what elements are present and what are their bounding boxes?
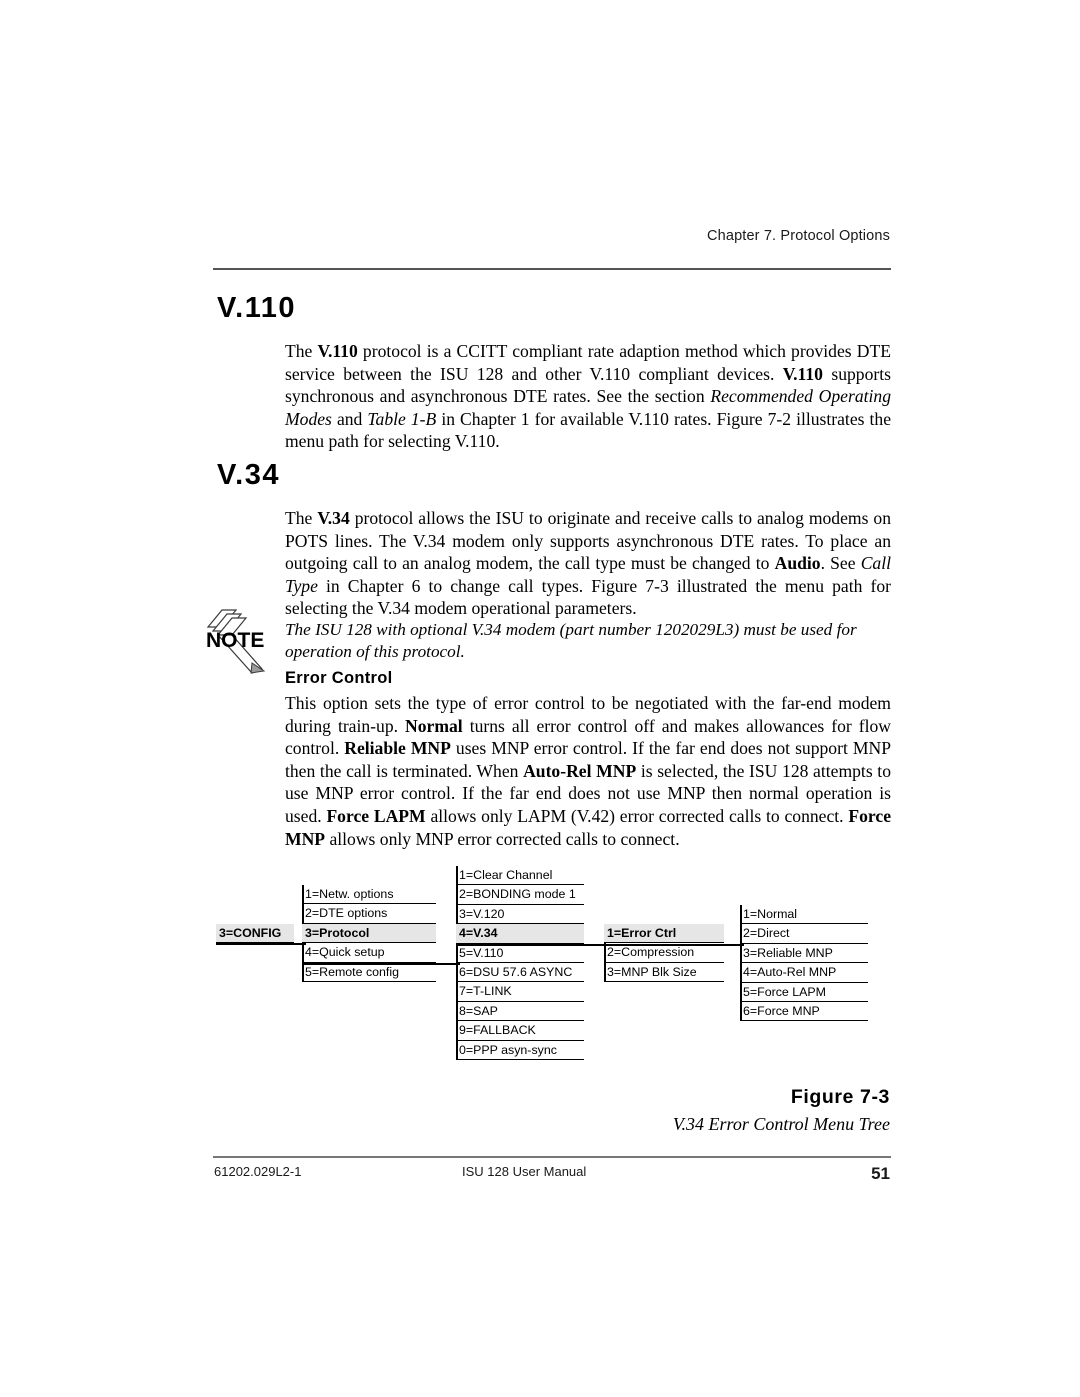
menu-item-label: 0=PPP asyn-sync (459, 1042, 557, 1057)
menu-item-protocol-submenu-8[interactable]: 8=SAP (456, 1002, 584, 1022)
menu-tree-figure: 3=CONFIG 1=Netw. options 2=DTE options 3=P… (216, 866, 896, 1071)
menu-item-label: 2=Direct (743, 926, 790, 941)
menu-item-v34-submenu-2[interactable]: 2=Compression (604, 943, 724, 963)
menu-column-config: 3=CONFIG (216, 924, 294, 944)
figure-caption: V.34 Error Control Menu Tree (672, 1114, 890, 1134)
menu-item-config-1[interactable]: 3=CONFIG (216, 924, 294, 944)
menu-item-label: 5=Remote config (305, 964, 400, 979)
footer-manual-title: ISU 128 User Manual (462, 1164, 587, 1179)
menu-item-protocol-submenu-4[interactable]: 4=V.34 (456, 924, 584, 944)
note-callout: NOTE The ISU 128 with optional V.34 mode… (202, 607, 892, 677)
menu-item-errorctrl-submenu-5[interactable]: 5=Force LAPM (740, 983, 868, 1002)
menu-item-label: 3=CONFIG (219, 926, 282, 940)
footer-page-number: 51 (871, 1164, 890, 1183)
note-text: The ISU 128 with optional V.34 modem (pa… (285, 620, 857, 661)
menu-item-label: 6=DSU 57.6 ASYNC (459, 964, 573, 979)
subsection-body-error-control: This option sets the type of error contr… (285, 693, 892, 849)
menu-item-label: 7=T-LINK (459, 984, 512, 999)
menu-item-config-submenu-3[interactable]: 3=Protocol (302, 923, 436, 944)
menu-item-v34-submenu-1[interactable]: 1=Error Ctrl (604, 924, 724, 944)
section-body-v34: The V.34 protocol allows the ISU to orig… (285, 508, 891, 619)
menu-item-config-submenu-4[interactable]: 4=Quick setup (302, 943, 436, 963)
running-header-chapter: Chapter 7. Protocol Options (707, 228, 890, 244)
menu-column-config-submenu: 1=Netw. options 2=DTE options 3=Protocol 4=… (302, 885, 436, 982)
menu-item-label: 3=V.120 (459, 906, 505, 921)
menu-item-protocol-submenu-10[interactable]: 0=PPP asyn-sync (456, 1041, 584, 1060)
document-page: Chapter 7. Protocol Options V.110 The V.… (0, 0, 1080, 1397)
note-label: NOTE (206, 629, 264, 652)
menu-item-label: 1=Netw. options (305, 887, 394, 901)
menu-item-label: 3=Reliable MNP (743, 945, 833, 960)
menu-column-v34-submenu: 1=Error Ctrl 2=Compression 3=MNP Blk Size (604, 924, 724, 983)
menu-item-config-submenu-5[interactable]: 5=Remote config (302, 963, 436, 982)
menu-item-protocol-submenu-7[interactable]: 7=T-LINK (456, 982, 584, 1002)
connector-errorctrl-to-submenu (604, 943, 744, 946)
menu-item-label: 8=SAP (459, 1003, 498, 1018)
connector-protocol-to-submenu (302, 962, 460, 965)
footer-rule (213, 1156, 891, 1158)
note-pencil-icon: NOTE (202, 607, 282, 675)
menu-item-errorctrl-submenu-6[interactable]: 6=Force MNP (740, 1002, 868, 1022)
menu-item-protocol-submenu-6[interactable]: 6=DSU 57.6 ASYNC (456, 963, 584, 983)
menu-item-protocol-submenu-1[interactable]: 1=Clear Channel (456, 866, 584, 886)
menu-item-label: 1=Error Ctrl (607, 926, 677, 940)
menu-item-label: 1=Normal (743, 907, 798, 921)
menu-item-label: 5=V.110 (459, 945, 504, 960)
menu-item-label: 4=Auto-Rel MNP (743, 965, 837, 980)
menu-item-v34-submenu-3[interactable]: 3=MNP Blk Size (604, 963, 724, 983)
figure-number: Figure 7-3 (790, 1086, 890, 1108)
menu-item-protocol-submenu-9[interactable]: 9=FALLBACK (456, 1021, 584, 1041)
menu-item-protocol-submenu-5[interactable]: 5=V.110 (456, 944, 584, 963)
menu-item-label: 9=FALLBACK (459, 1023, 536, 1038)
menu-item-errorctrl-submenu-4[interactable]: 4=Auto-Rel MNP (740, 963, 868, 983)
menu-column-errorctrl-submenu: 1=Normal 2=Direct 3=Reliable MNP 4=Auto-Rel… (740, 905, 868, 1022)
connector-v34-to-submenu (456, 943, 608, 946)
menu-item-label: 1=Clear Channel (459, 868, 553, 882)
menu-item-errorctrl-submenu-1[interactable]: 1=Normal (740, 905, 868, 925)
connector-config-to-submenu (216, 943, 306, 946)
section-heading-v110: V.110 (217, 292, 297, 324)
menu-item-errorctrl-submenu-3[interactable]: 3=Reliable MNP (740, 944, 868, 964)
menu-item-label: 2=BONDING mode 1 (459, 887, 576, 902)
subsection-heading-error-control: Error Control (285, 669, 393, 687)
menu-item-errorctrl-submenu-2[interactable]: 2=Direct (740, 924, 868, 944)
menu-item-label: 4=Quick setup (305, 945, 385, 960)
menu-item-label: 3=MNP Blk Size (607, 964, 697, 979)
menu-item-label: 3=Protocol (305, 925, 370, 940)
header-rule (213, 268, 891, 270)
menu-item-config-submenu-2[interactable]: 2=DTE options (302, 904, 436, 924)
menu-item-label: 4=V.34 (459, 926, 498, 941)
menu-column-protocol-submenu: 1=Clear Channel 2=BONDING mode 1 3=V.120 4=… (456, 866, 584, 1060)
menu-item-protocol-submenu-3[interactable]: 3=V.120 (456, 905, 584, 925)
footer-doc-number: 61202.029L2-1 (214, 1164, 302, 1179)
menu-item-label: 2=Compression (607, 945, 695, 960)
menu-item-label: 6=Force MNP (743, 1003, 820, 1018)
section-body-v110: The V.110 protocol is a CCITT compliant … (285, 341, 892, 452)
section-heading-v34: V.34 (217, 459, 280, 491)
menu-item-label: 5=Force LAPM (743, 984, 826, 999)
menu-item-label: 2=DTE options (305, 906, 388, 921)
menu-item-config-submenu-1[interactable]: 1=Netw. options (302, 885, 436, 905)
menu-item-protocol-submenu-2[interactable]: 2=BONDING mode 1 (456, 885, 584, 905)
